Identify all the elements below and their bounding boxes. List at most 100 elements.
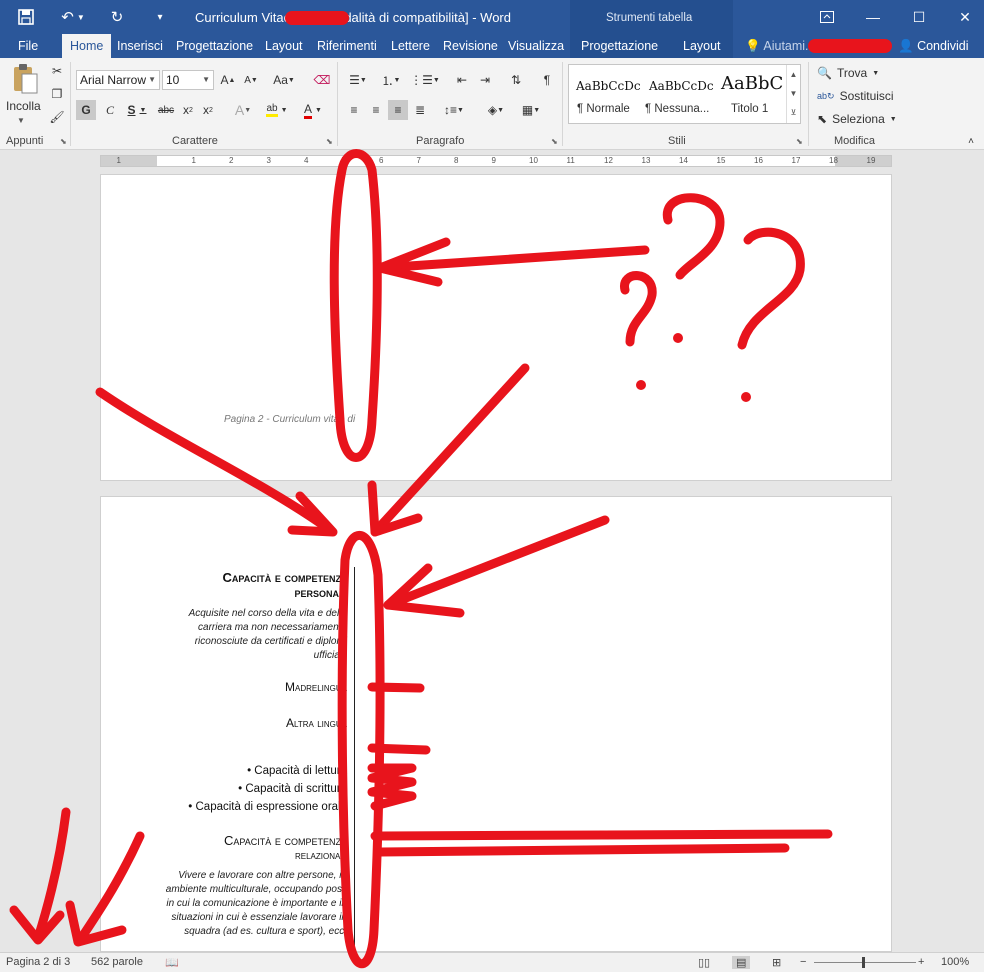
share-button[interactable]: 👤 Condividi [898, 34, 968, 58]
paste-button[interactable] [8, 62, 42, 96]
italic-button[interactable]: C [101, 100, 119, 120]
font-color-icon[interactable]: A ▼ [298, 100, 328, 120]
cv-section-heading: Capacità e competenze relazionali [224, 833, 347, 862]
minimize-icon[interactable]: — [850, 0, 896, 34]
show-formatting-icon[interactable]: ¶ [537, 70, 557, 90]
clear-formatting-icon[interactable]: ⌫ [312, 70, 332, 90]
annotation-arrow [33, 807, 71, 943]
font-name-combo[interactable]: Arial Narrow ▼ [76, 70, 160, 90]
format-painter-icon[interactable]: 🖌 [48, 108, 66, 126]
tab-design[interactable]: Progettazione [176, 34, 253, 58]
cv-section-heading: Capacità e competenze personali [222, 570, 347, 600]
highlight-icon[interactable]: ab ▼ [262, 100, 292, 120]
justify-icon[interactable]: ≣ [410, 100, 430, 120]
person-icon: 👤 [898, 39, 914, 53]
paragraph-launcher-icon[interactable]: ⬊ [551, 137, 558, 146]
align-center-icon[interactable]: ≡ [366, 100, 386, 120]
cut-icon[interactable]: ✂ [48, 62, 66, 80]
close-icon[interactable]: ✕ [942, 0, 984, 34]
zoom-in-icon[interactable]: + [918, 956, 924, 968]
tab-file[interactable]: File [18, 34, 38, 58]
zoom-slider-thumb[interactable] [862, 957, 865, 968]
style-nospacing-preview[interactable]: AaBbCcDc [649, 79, 714, 93]
group-font-label: Carattere [172, 135, 218, 147]
styles-gallery-scroll[interactable]: ▲ ▼ ⊻ [786, 65, 800, 123]
style-nospacing-name[interactable]: ¶ Nessuna... [645, 103, 709, 115]
tab-view[interactable]: Visualizza [508, 34, 564, 58]
grow-font-icon[interactable]: A ▲ [219, 70, 237, 90]
document-page[interactable]: Pagina 2 - Curriculum vitae di [100, 174, 892, 481]
group-separator [562, 62, 563, 146]
sort-icon[interactable]: ⇅ [506, 70, 526, 90]
strikethrough-button[interactable]: abc [155, 100, 177, 120]
horizontal-ruler[interactable]: 1 1 2 3 4 5 6 7 8 9 10 11 12 13 14 15 16 17 18 19 [100, 155, 892, 167]
cv-skills-list: • Capacità di lettura • Capacità di scri… [188, 765, 347, 813]
cursor-icon: ⬉ [817, 112, 828, 126]
zoom-slider[interactable] [814, 962, 916, 963]
decrease-indent-icon[interactable]: ⇤ [452, 70, 472, 90]
table-tools-tabs: Progettazione Layout [570, 34, 733, 58]
tab-mailings[interactable]: Lettere [391, 34, 430, 58]
tab-table-layout[interactable]: Layout [683, 34, 721, 58]
font-size-combo[interactable]: 10 ▼ [162, 70, 214, 90]
ruler-tick: 9 [491, 156, 496, 165]
align-right-icon[interactable]: ≡ [388, 100, 408, 120]
group-separator [808, 62, 809, 146]
tab-references[interactable]: Riferimenti [317, 34, 377, 58]
borders-icon[interactable]: ▦ ▼ [516, 100, 546, 120]
style-normal-preview[interactable]: AaBbCcDc [576, 79, 641, 93]
tab-review[interactable]: Revisione [443, 34, 498, 58]
web-layout-icon[interactable]: ⊞ [772, 956, 781, 969]
document-page[interactable]: Capacità e competenze personali Acquisit… [100, 496, 892, 953]
more-icon[interactable]: ⊻ [787, 103, 800, 122]
zoom-level[interactable]: 100% [941, 956, 969, 968]
undo-icon[interactable]: ↶ ▼ [58, 6, 88, 28]
bullets-icon[interactable]: ☰ ▼ [344, 70, 372, 90]
shading-icon[interactable]: ◈ ▼ [482, 100, 510, 120]
multilevel-list-icon[interactable]: ⋮☰ ▼ [410, 70, 440, 90]
styles-launcher-icon[interactable]: ⬊ [796, 137, 803, 146]
print-layout-icon[interactable]: ▤ [732, 956, 751, 969]
tab-table-design[interactable]: Progettazione [581, 34, 658, 58]
find-button[interactable]: 🔍 Trova ▼ [817, 63, 879, 83]
redo-icon[interactable]: ↻ [106, 6, 128, 28]
numbering-icon[interactable]: ⒈ ▼ [376, 70, 406, 90]
text-effects-icon[interactable]: A ▼ [230, 100, 256, 120]
word-count[interactable]: 562 parole [91, 956, 143, 968]
copy-icon[interactable]: ❐ [48, 85, 66, 103]
maximize-icon[interactable]: ☐ [896, 0, 942, 34]
chevron-down-icon[interactable]: ▼ [787, 84, 800, 103]
chevron-up-icon[interactable]: ▲ [787, 65, 800, 84]
bold-button[interactable]: G [76, 100, 96, 120]
tab-insert[interactable]: Inserisci [117, 34, 163, 58]
chevron-down-icon: ▼ [889, 115, 897, 123]
replace-button[interactable]: ab↻ Sostituisci [817, 86, 894, 106]
line-spacing-icon[interactable]: ↕≡ ▼ [440, 100, 468, 120]
paste-dropdown-icon[interactable]: ▼ [17, 116, 25, 125]
read-mode-icon[interactable]: ▯▯ [698, 956, 710, 969]
tell-me-box[interactable]: 💡 Aiutami... [745, 34, 815, 58]
select-button[interactable]: ⬉ Seleziona ▼ [817, 109, 897, 129]
subscript-button[interactable]: x2 [180, 100, 196, 120]
shrink-font-icon[interactable]: A ▼ [242, 70, 260, 90]
style-heading1-preview[interactable]: AaBbC [721, 73, 783, 94]
style-heading1-name[interactable]: Titolo 1 [731, 103, 768, 115]
proofing-icon[interactable]: 📖 [165, 956, 179, 969]
font-launcher-icon[interactable]: ⬊ [326, 137, 333, 146]
underline-button[interactable]: S ▼ [123, 100, 151, 120]
table-tools-header: Strumenti tabella [570, 0, 733, 34]
tab-layout[interactable]: Layout [265, 34, 303, 58]
change-case-icon[interactable]: Aa ▼ [270, 70, 298, 90]
save-icon[interactable] [14, 6, 38, 28]
ribbon-display-icon[interactable] [804, 0, 850, 34]
zoom-out-icon[interactable]: − [800, 956, 806, 968]
style-normal-name[interactable]: ¶ Normale [577, 103, 630, 115]
collapse-ribbon-icon[interactable]: ˄ [964, 134, 978, 148]
superscript-button[interactable]: x2 [200, 100, 216, 120]
tab-home[interactable]: Home [62, 34, 112, 58]
align-left-icon[interactable]: ≡ [344, 100, 364, 120]
clipboard-launcher-icon[interactable]: ⬊ [60, 137, 67, 146]
qat-customize-icon[interactable]: ▾ [150, 6, 170, 28]
page-count[interactable]: Pagina 2 di 3 [6, 956, 70, 968]
increase-indent-icon[interactable]: ⇥ [475, 70, 495, 90]
